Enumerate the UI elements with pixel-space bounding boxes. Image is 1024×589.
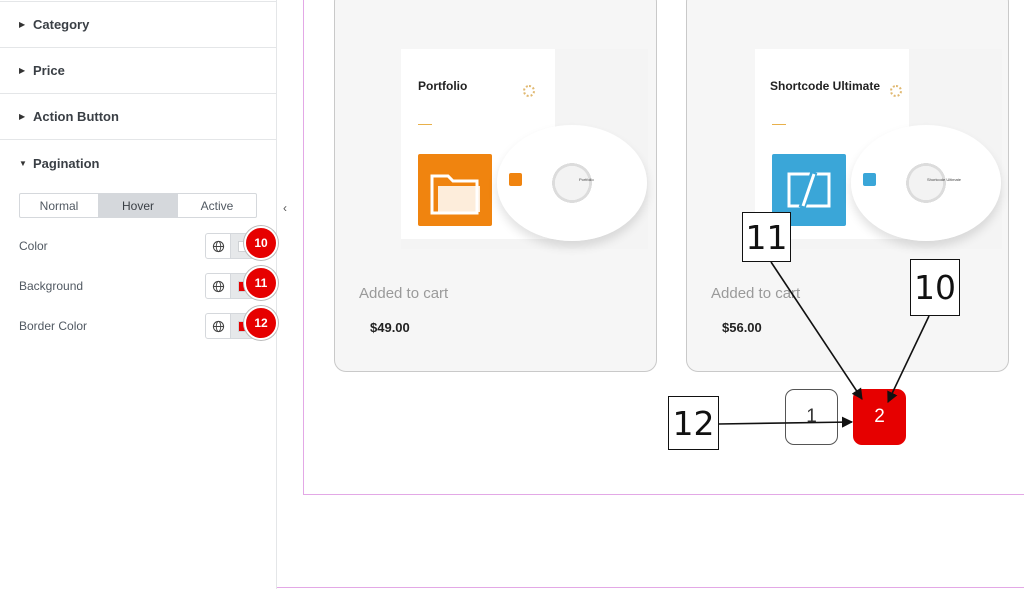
- callout-label-10: 10: [910, 259, 960, 316]
- callout-label-12: 12: [668, 396, 719, 450]
- callout-label-11: 11: [742, 212, 791, 262]
- annotation-arrows: [717, 261, 930, 428]
